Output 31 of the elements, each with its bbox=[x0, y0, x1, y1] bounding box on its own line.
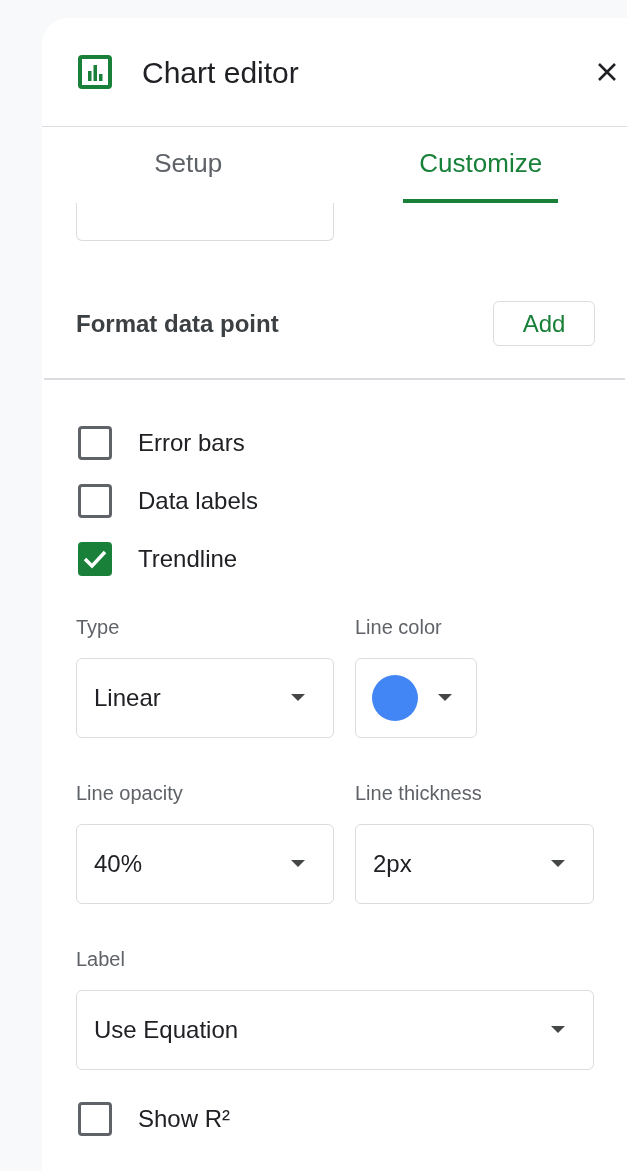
text-field[interactable] bbox=[76, 203, 334, 241]
checkbox-label: Show R² bbox=[138, 1104, 231, 1134]
checkbox[interactable] bbox=[78, 484, 112, 518]
section-title: Format data point bbox=[76, 308, 279, 339]
checkbox[interactable] bbox=[78, 426, 112, 460]
caret-icon bbox=[551, 1026, 565, 1034]
tab[interactable]: Setup bbox=[138, 127, 239, 203]
checkbox[interactable] bbox=[78, 1102, 112, 1136]
dropdown[interactable]: 40% bbox=[76, 824, 334, 904]
tab[interactable]: Customize bbox=[403, 127, 559, 203]
dropdown[interactable]: Linear bbox=[76, 658, 334, 738]
add-button[interactable]: Add bbox=[493, 301, 595, 346]
field-label: Line opacity bbox=[76, 781, 184, 806]
caret-icon bbox=[291, 860, 305, 868]
chart-icon bbox=[78, 55, 112, 89]
dropdown[interactable]: 2px bbox=[355, 824, 594, 904]
field-label: Label bbox=[76, 947, 126, 972]
caret-icon bbox=[438, 694, 452, 702]
checkbox-label: Data labels bbox=[138, 486, 259, 516]
checkbox[interactable] bbox=[78, 542, 112, 576]
field-label: Line color bbox=[355, 615, 443, 640]
close-icon[interactable] bbox=[597, 62, 617, 82]
panel-title: Chart editor bbox=[142, 54, 299, 91]
checkbox-label: Trendline bbox=[138, 544, 238, 574]
caret-icon bbox=[291, 694, 305, 702]
color-picker[interactable] bbox=[355, 658, 477, 738]
checkbox-label: Error bars bbox=[138, 428, 245, 458]
field-label: Line thickness bbox=[355, 781, 483, 806]
caret-icon bbox=[551, 860, 565, 868]
field-label: Type bbox=[76, 615, 121, 640]
dropdown[interactable]: Use Equation bbox=[76, 990, 594, 1070]
